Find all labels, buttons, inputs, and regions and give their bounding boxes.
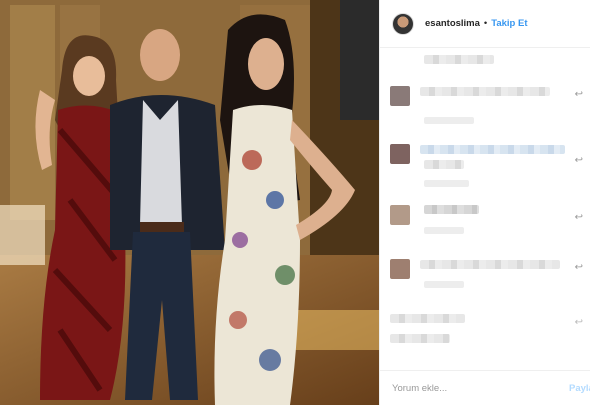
- separator-dot: •: [483, 18, 488, 29]
- reply-icon[interactable]: ↩: [575, 90, 583, 100]
- post-date-blurred: [390, 334, 450, 343]
- follow-button[interactable]: Takip Et: [491, 18, 527, 29]
- comment-text-blurred: [420, 145, 565, 154]
- comment-meta-blurred: [424, 117, 474, 124]
- save-icon[interactable]: ↩: [575, 318, 583, 328]
- user-avatar[interactable]: [392, 12, 414, 35]
- post-sidebar: esantoslima • Takip Et ↩ ↩ ↩ ↩ ↩ Yorum e…: [379, 0, 590, 405]
- comment-text-blurred: [424, 205, 479, 214]
- comment-avatar[interactable]: [390, 86, 410, 106]
- likes-count-blurred: [390, 314, 465, 323]
- comment-meta-blurred: [424, 227, 464, 234]
- comment-text-blurred: [420, 260, 560, 269]
- comment-text-blurred: [424, 160, 464, 169]
- comment-input[interactable]: [392, 382, 542, 394]
- post-header: esantoslima • Takip Et: [380, 0, 590, 48]
- reply-icon[interactable]: ↩: [575, 263, 583, 273]
- comment-footer: Paylaş: [380, 370, 590, 405]
- comment-avatar[interactable]: [390, 205, 410, 225]
- comment-text-blurred: [424, 55, 494, 64]
- comment-avatar[interactable]: [390, 144, 410, 164]
- share-button[interactable]: Paylaş: [569, 383, 590, 394]
- comment-meta-blurred: [424, 180, 469, 187]
- comment-text-blurred: [420, 87, 550, 96]
- reply-icon[interactable]: ↩: [575, 156, 583, 166]
- comment-avatar[interactable]: [390, 259, 410, 279]
- reply-icon[interactable]: ↩: [575, 213, 583, 223]
- photo-illustration: [0, 0, 379, 405]
- comment-meta-blurred: [424, 281, 464, 288]
- post-photo[interactable]: [0, 0, 379, 405]
- username-link[interactable]: esantoslima: [425, 18, 480, 29]
